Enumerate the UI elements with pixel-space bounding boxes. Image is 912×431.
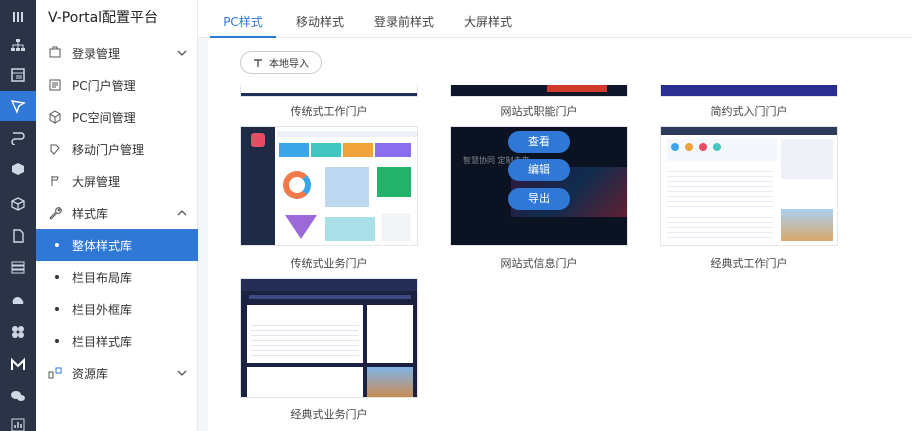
import-icon [254, 58, 262, 67]
template-thumbnail [240, 126, 418, 246]
tab-pre-login-style[interactable]: 登录前样式 [368, 0, 440, 38]
cluster-icon[interactable] [0, 317, 36, 347]
sitemap-icon[interactable] [0, 30, 36, 60]
sidebar-item-label: 登录管理 [72, 46, 121, 61]
sidebar: V-Portal配置平台 登录管理 PC门户管理 PC空间管理 移动门户管理 大… [36, 0, 198, 431]
pc-portal-icon [49, 79, 61, 91]
tab-mobile-style[interactable]: 移动样式 [290, 0, 350, 38]
app-title: V-Portal配置平台 [48, 10, 159, 26]
template-thumbnail [450, 85, 628, 97]
template-thumbnail [240, 278, 418, 398]
template-caption: 传统式工作门户 [290, 105, 368, 118]
view-button[interactable]: 查看 [508, 131, 570, 153]
icon-rail [0, 0, 36, 431]
login-icon [49, 46, 61, 58]
style-gallery: 本地导入 传统式工作门户 网站式职能门户 简约式入门门户 传统式业务门户 智慧协… [208, 38, 912, 431]
brush-icon[interactable] [0, 91, 36, 121]
cube-icon [49, 110, 61, 124]
box-icon[interactable] [0, 189, 36, 219]
cloud-icon[interactable] [0, 285, 36, 315]
template-caption: 简约式入门门户 [710, 105, 788, 118]
sidebar-item-label: 移动门户管理 [72, 142, 145, 157]
export-button[interactable]: 导出 [508, 188, 570, 210]
wechat-icon[interactable] [0, 381, 36, 411]
resource-icon [48, 367, 62, 379]
sidebar-subitem-column-style[interactable]: 栏目样式库 [36, 325, 198, 357]
app-root: V-Portal配置平台 登录管理 PC门户管理 PC空间管理 移动门户管理 大… [0, 0, 912, 431]
template-thumbnail [660, 126, 838, 246]
template-thumbnail [240, 85, 418, 97]
sidebar-item-style-library[interactable]: 样式库 [36, 197, 198, 229]
chart-icon[interactable] [0, 410, 36, 431]
sidebar-subitem-label: 整体样式库 [72, 238, 133, 253]
m-logo-icon[interactable] [0, 350, 36, 380]
chevron-up-icon [177, 210, 187, 216]
sidebar-subitem-label: 栏目样式库 [72, 334, 133, 349]
chevron-down-icon [177, 50, 187, 56]
chevron-down-icon [177, 370, 187, 376]
sidebar-item-mobile-portal[interactable]: 移动门户管理 [36, 133, 198, 165]
screen-icon [51, 176, 59, 186]
template-caption: 传统式业务门户 [290, 257, 368, 270]
bullet-icon [55, 243, 59, 247]
sidebar-item-pc-portal[interactable]: PC门户管理 [36, 69, 198, 101]
template-thumbnail: 智慧协同 定制未来 查看 编辑 导出 [450, 126, 628, 246]
import-button-label: 本地导入 [269, 59, 309, 70]
template-caption: 网站式职能门户 [500, 105, 578, 118]
sidebar-subitem-overall-style[interactable]: 整体样式库 [36, 229, 198, 261]
sidebar-subitem-label: 栏目布局库 [72, 270, 133, 285]
bullet-icon [55, 307, 59, 311]
stack-icon[interactable] [0, 252, 36, 282]
tab-pc-style[interactable]: PC样式 [210, 0, 276, 38]
sidebar-item-label: 样式库 [72, 206, 109, 221]
sidebar-subitem-label: 栏目外框库 [72, 302, 133, 317]
sidebar-subitem-column-layout[interactable]: 栏目布局库 [36, 261, 198, 293]
document-icon[interactable] [0, 221, 36, 251]
wrench-icon [49, 207, 62, 220]
sidebar-item-resource-library[interactable]: 资源库 [36, 357, 198, 389]
sidebar-item-label: 大屏管理 [72, 174, 121, 189]
sidebar-subitem-column-frame[interactable]: 栏目外框库 [36, 293, 198, 325]
bullet-icon [55, 275, 59, 279]
mobile-icon [50, 144, 60, 155]
tab-big-screen-style[interactable]: 大屏样式 [458, 0, 518, 38]
sidebar-menu: 登录管理 PC门户管理 PC空间管理 移动门户管理 大屏管理 样式库 整体样式库… [36, 37, 198, 389]
bullet-icon [55, 339, 59, 343]
sidebar-item-login[interactable]: 登录管理 [36, 37, 198, 69]
edit-button[interactable]: 编辑 [508, 159, 570, 181]
sidebar-item-label: PC空间管理 [72, 110, 136, 125]
template-caption: 经典式工作门户 [710, 257, 788, 270]
sidebar-item-pc-space[interactable]: PC空间管理 [36, 101, 198, 133]
template-caption: 经典式业务门户 [290, 408, 368, 421]
template-thumbnail [660, 85, 838, 97]
import-button[interactable]: 本地导入 [240, 51, 322, 74]
template-caption: 网站式信息门户 [500, 257, 578, 270]
tab-bar: PC样式 移动样式 登录前样式 大屏样式 [198, 0, 912, 38]
sidebar-item-big-screen[interactable]: 大屏管理 [36, 165, 198, 197]
sidebar-item-label: PC门户管理 [72, 78, 136, 93]
layout-icon[interactable] [0, 60, 36, 90]
flow-icon[interactable] [0, 122, 36, 152]
menu-icon[interactable] [0, 2, 36, 32]
cube-icon[interactable] [0, 154, 36, 184]
sidebar-item-label: 资源库 [72, 366, 109, 381]
